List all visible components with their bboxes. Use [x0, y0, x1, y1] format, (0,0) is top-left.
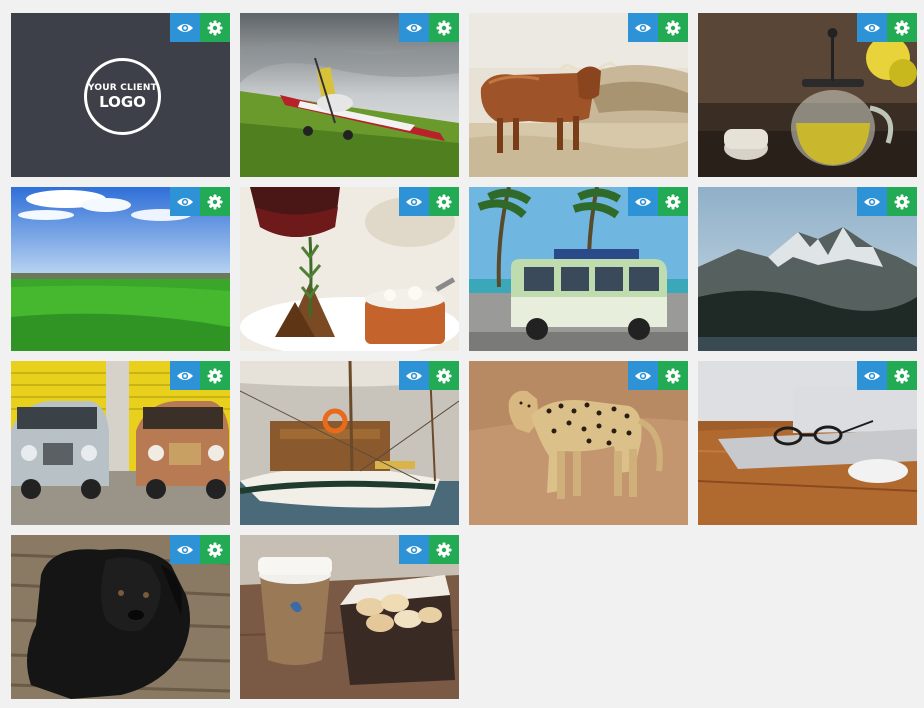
eye-icon: [863, 370, 881, 382]
settings-button[interactable]: [200, 13, 230, 42]
gallery-tile-food-plate[interactable]: [240, 187, 459, 351]
tile-actions: [399, 361, 459, 390]
view-button[interactable]: [170, 361, 200, 390]
view-button[interactable]: [628, 187, 658, 216]
gallery-tile-laptop-glasses[interactable]: [698, 361, 917, 525]
settings-button[interactable]: [200, 187, 230, 216]
settings-button[interactable]: [429, 535, 459, 564]
view-button[interactable]: [399, 535, 429, 564]
image-gallery: YOUR CLIENT LOGO: [0, 0, 924, 708]
view-button[interactable]: [857, 361, 887, 390]
eye-icon: [863, 22, 881, 34]
settings-button[interactable]: [658, 13, 688, 42]
eye-icon: [405, 544, 423, 556]
gallery-tile-coffee-macarons[interactable]: [240, 535, 459, 699]
settings-button[interactable]: [200, 361, 230, 390]
settings-button[interactable]: [658, 187, 688, 216]
gear-icon: [436, 20, 452, 36]
settings-button[interactable]: [658, 361, 688, 390]
view-button[interactable]: [399, 13, 429, 42]
view-button[interactable]: [857, 13, 887, 42]
gear-icon: [207, 368, 223, 384]
gear-icon: [207, 20, 223, 36]
gallery-tile-highland-cow[interactable]: [469, 13, 688, 177]
view-button[interactable]: [857, 187, 887, 216]
gallery-tile-mountain[interactable]: [698, 187, 917, 351]
tile-actions: [399, 187, 459, 216]
view-button[interactable]: [628, 361, 658, 390]
eye-icon: [405, 22, 423, 34]
tile-actions: [399, 13, 459, 42]
gallery-tile-airplane[interactable]: [240, 13, 459, 177]
gallery-tile-vintage-cars[interactable]: [11, 361, 230, 525]
gear-icon: [207, 542, 223, 558]
gallery-tile-black-puppy[interactable]: [11, 535, 230, 699]
logo-line-2: LOGO: [99, 93, 146, 111]
settings-button[interactable]: [429, 361, 459, 390]
gear-icon: [665, 368, 681, 384]
eye-icon: [176, 196, 194, 208]
tile-actions: [857, 361, 917, 390]
gear-icon: [894, 20, 910, 36]
view-button[interactable]: [399, 361, 429, 390]
eye-icon: [176, 544, 194, 556]
view-button[interactable]: [628, 13, 658, 42]
tile-actions: [170, 361, 230, 390]
gallery-tile-green-field[interactable]: [11, 187, 230, 351]
eye-icon: [176, 370, 194, 382]
eye-icon: [405, 196, 423, 208]
settings-button[interactable]: [429, 187, 459, 216]
eye-icon: [634, 196, 652, 208]
settings-button[interactable]: [429, 13, 459, 42]
gear-icon: [436, 368, 452, 384]
tile-actions: [857, 187, 917, 216]
gear-icon: [894, 368, 910, 384]
gear-icon: [436, 542, 452, 558]
eye-icon: [176, 22, 194, 34]
client-logo: YOUR CLIENT LOGO: [84, 58, 161, 135]
tile-actions: [857, 13, 917, 42]
gallery-tile-client-logo[interactable]: YOUR CLIENT LOGO: [11, 13, 230, 177]
view-button[interactable]: [399, 187, 429, 216]
eye-icon: [863, 196, 881, 208]
eye-icon: [405, 370, 423, 382]
tile-actions: [628, 361, 688, 390]
gallery-tile-sailboat[interactable]: [240, 361, 459, 525]
tile-actions: [170, 187, 230, 216]
gallery-tile-vw-van[interactable]: [469, 187, 688, 351]
view-button[interactable]: [170, 187, 200, 216]
settings-button[interactable]: [200, 535, 230, 564]
tile-actions: [399, 535, 459, 564]
view-button[interactable]: [170, 13, 200, 42]
gallery-tile-teapot[interactable]: [698, 13, 917, 177]
settings-button[interactable]: [887, 13, 917, 42]
gear-icon: [436, 194, 452, 210]
gear-icon: [665, 194, 681, 210]
tile-actions: [170, 535, 230, 564]
eye-icon: [634, 370, 652, 382]
gear-icon: [207, 194, 223, 210]
tile-actions: [628, 187, 688, 216]
gear-icon: [894, 194, 910, 210]
tile-actions: [628, 13, 688, 42]
gear-icon: [665, 20, 681, 36]
eye-icon: [634, 22, 652, 34]
tile-actions: [170, 13, 230, 42]
gallery-tile-leopard[interactable]: [469, 361, 688, 525]
view-button[interactable]: [170, 535, 200, 564]
settings-button[interactable]: [887, 187, 917, 216]
settings-button[interactable]: [887, 361, 917, 390]
